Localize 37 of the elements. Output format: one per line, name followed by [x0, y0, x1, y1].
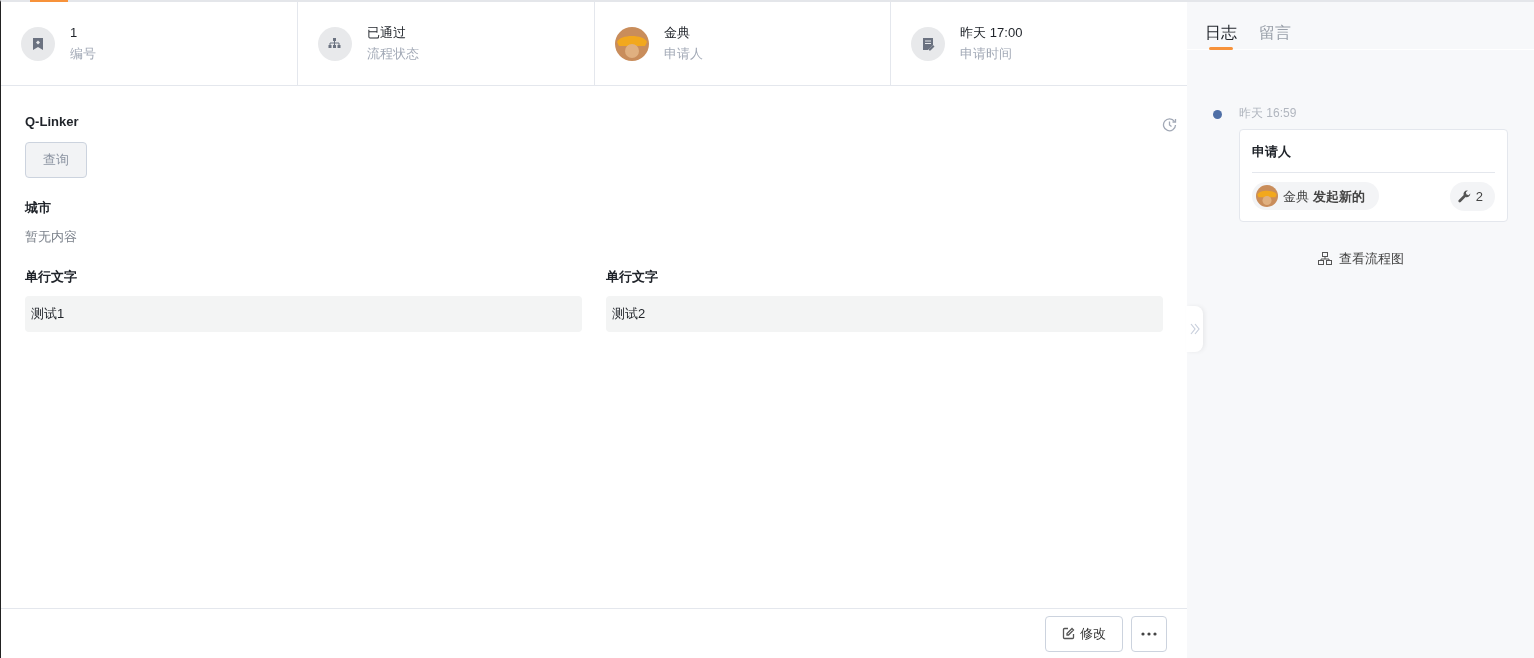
field-value: 测试2	[606, 296, 1163, 332]
tab[interactable]: 日志	[1205, 2, 1237, 50]
edit-button[interactable]: 修改	[1045, 615, 1123, 652]
field-value: 测试1	[25, 296, 582, 332]
summary-value: 已通过	[366, 23, 407, 42]
hierarchy-icon	[1317, 252, 1332, 266]
summary-label: 编号	[70, 44, 96, 63]
timeline-dot	[1213, 110, 1222, 119]
wrench-icon	[1457, 189, 1471, 203]
user-chip: 金典 发起新的	[1252, 182, 1379, 211]
edit-icon	[1062, 627, 1075, 640]
count-badge: 2	[1449, 181, 1495, 211]
note-edit-icon	[921, 36, 936, 51]
more-icon	[1141, 631, 1157, 636]
more-button[interactable]	[1131, 615, 1167, 652]
field-label: 单行文字	[606, 267, 659, 286]
summary-value: 1	[70, 23, 79, 42]
collapse-button[interactable]	[1186, 306, 1203, 352]
summary-label: 申请时间	[960, 44, 1014, 63]
empty-text: 暂无内容	[25, 228, 78, 246]
bookmark-icon	[31, 36, 45, 51]
flowchart-link[interactable]: 查看流程图	[1317, 249, 1404, 269]
field-label: Q-Linker	[25, 113, 80, 131]
avatar-icon	[1256, 185, 1278, 208]
summary-label: 申请人	[663, 44, 703, 63]
chevron-icon	[1189, 323, 1200, 335]
history-icon[interactable]	[1162, 117, 1177, 133]
field-label: 单行文字	[25, 267, 78, 286]
hierarchy-icon	[328, 38, 342, 49]
log-title: 申请人	[1252, 142, 1495, 173]
log-time: 昨天 16:59	[1239, 105, 1298, 122]
field-label: 城市	[25, 198, 52, 217]
summary-label: 流程状态	[366, 44, 419, 63]
summary-value: 昨天 17:00	[960, 23, 1023, 42]
avatar-icon	[614, 26, 649, 61]
summary-value: 金典	[663, 23, 691, 42]
tab-indicator	[30, 0, 68, 2]
